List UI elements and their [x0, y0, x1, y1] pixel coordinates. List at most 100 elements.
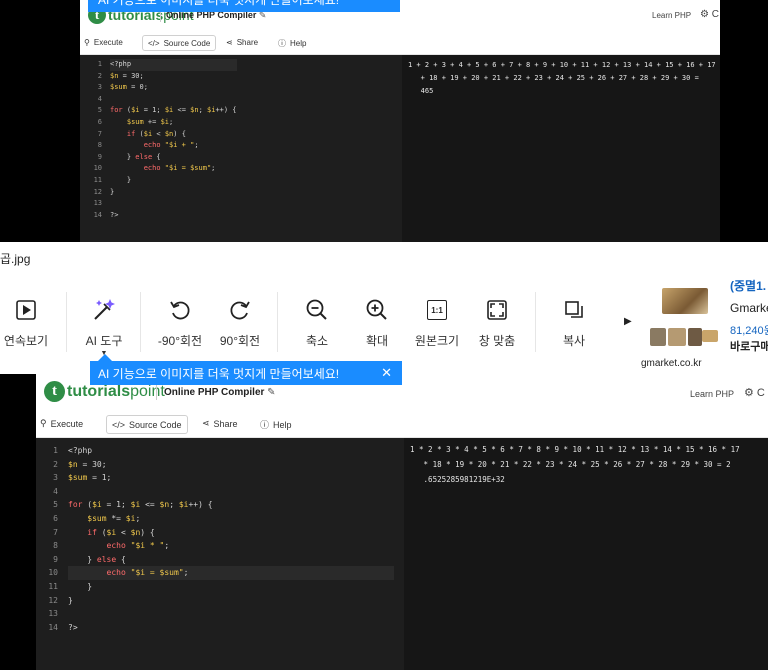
- execute-button[interactable]: ⚲ Execute: [40, 418, 83, 429]
- more-arrow-icon[interactable]: ▶: [624, 316, 632, 327]
- code-editor[interactable]: 1 2 3 4 5 6 7 8 9 10 11 12 13 14 <?php $n = 30; $sum = …: [80, 55, 398, 242]
- fit-window-button[interactable]: 창 맞춤: [467, 296, 527, 349]
- source-code-button[interactable]: </> Source Code: [106, 415, 188, 434]
- source-code-label: Source Code: [163, 38, 211, 48]
- rotate-left-button[interactable]: -90°회전: [150, 296, 210, 349]
- zoom-in-label: 확대: [365, 334, 389, 348]
- actual-size-glyph: 1:1: [427, 300, 447, 320]
- line-number-gutter: 1 2 3 4 5 6 7 8 9 10 11 12 13 14: [36, 438, 58, 634]
- code-line[interactable]: } else {: [110, 152, 237, 164]
- code-icon: </>: [112, 419, 126, 430]
- code-line[interactable]: echo "$i = $sum";: [110, 163, 237, 175]
- execute-icon: ⚲: [40, 418, 47, 428]
- source-code-label: Source Code: [129, 419, 182, 430]
- toolbar-divider: [140, 292, 141, 352]
- line-number: 8: [53, 541, 58, 551]
- execute-button[interactable]: ⚲ Execute: [84, 38, 123, 47]
- code-line[interactable]: }: [110, 175, 237, 187]
- code-line[interactable]: ?>: [68, 621, 394, 635]
- banner-text: AI 기능으로 이미지를 더욱 멋지게 만들어보세요!: [98, 366, 340, 381]
- code-line[interactable]: [68, 607, 394, 621]
- code-line[interactable]: [110, 94, 237, 106]
- code-line[interactable]: $sum += $i;: [110, 117, 237, 129]
- line-number: 5: [53, 500, 58, 510]
- code-line[interactable]: $n = 30;: [68, 458, 394, 472]
- code-line[interactable]: }: [68, 580, 394, 594]
- output-text: 1 * 2 * 3 * 4 * 5 * 6 * 7 * 8 * 9 * 10 *…: [410, 442, 740, 487]
- code-line[interactable]: if ($i < $n) {: [68, 526, 394, 540]
- zoom-in-button[interactable]: 확대: [347, 296, 407, 349]
- edit-title-icon[interactable]: ✎: [267, 387, 275, 398]
- code-editor[interactable]: 1 2 3 4 5 6 7 8 9 10 11 12 13 14 <?php $n = 30; $sum = …: [36, 438, 396, 670]
- actual-size-button[interactable]: 1:1 원본크기: [407, 296, 467, 349]
- ad-product-image: [662, 288, 708, 314]
- code-content[interactable]: <?php $n = 30; $sum = 0; for ($i = 1; $i <…: [110, 59, 237, 221]
- code-line[interactable]: $n = 30;: [110, 71, 237, 83]
- ad-panel[interactable]: (중멸1. Gmarke 81,240원 바로구매 gmarket.co.kr: [640, 279, 768, 374]
- slideshow-icon: [15, 296, 37, 324]
- code-line[interactable]: $sum = 0;: [110, 82, 237, 94]
- code-line[interactable]: for ($i = 1; $i <= $n; $i++) {: [110, 105, 237, 117]
- learn-php-link[interactable]: Learn PHP: [690, 389, 734, 399]
- rotate-left-icon: [168, 296, 192, 324]
- code-line[interactable]: [68, 485, 394, 499]
- copy-button[interactable]: 복사: [544, 296, 604, 349]
- line-number: 4: [53, 486, 58, 496]
- code-line[interactable]: }: [68, 594, 394, 608]
- code-content[interactable]: <?php $n = 30; $sum = 1; for ($i = 1; $i <…: [68, 444, 394, 634]
- code-line[interactable]: echo "$i = $sum";: [68, 566, 394, 580]
- banner-close-icon[interactable]: ✕: [381, 365, 392, 381]
- source-code-button[interactable]: </> Source Code: [142, 35, 217, 51]
- line-number: 14: [48, 622, 58, 632]
- code-icon: </>: [148, 38, 160, 48]
- share-button[interactable]: ⋖ Share: [226, 38, 258, 47]
- line-number: 2: [97, 71, 102, 80]
- zoom-in-icon: [365, 296, 389, 324]
- slideshow-button[interactable]: 연속보기: [0, 296, 56, 349]
- ai-tools-label: AI 도구: [85, 334, 123, 348]
- code-line[interactable]: <?php: [110, 59, 237, 71]
- output-line: 465: [408, 87, 434, 95]
- ad-price: 81,240원: [730, 325, 768, 337]
- line-number: 14: [93, 210, 102, 219]
- actual-size-icon: 1:1: [427, 296, 447, 324]
- bottom-compiler-window: t tutorials point Online PHP Compiler ✎ L…: [36, 374, 768, 670]
- learn-php-link[interactable]: Learn PHP: [652, 11, 691, 20]
- code-line[interactable]: if ($i < $n) {: [110, 129, 237, 141]
- code-line[interactable]: } else {: [68, 553, 394, 567]
- line-number: 13: [48, 609, 58, 619]
- settings-icon[interactable]: ⚙ C: [700, 9, 719, 20]
- compiler-toolbar: ⚲ Execute </> Source Code ⋖ Share ⓘ Help: [36, 410, 768, 438]
- share-button[interactable]: ⋖ Share: [202, 418, 238, 429]
- settings-icon[interactable]: ⚙ C: [744, 386, 765, 399]
- line-number: 1: [97, 60, 102, 68]
- toolbar-divider: [66, 292, 67, 352]
- line-number: 4: [97, 94, 102, 103]
- line-number: 7: [53, 527, 58, 537]
- copy-icon: [563, 296, 585, 324]
- compiler-title: Online PHP Compiler ✎: [164, 387, 276, 398]
- help-button[interactable]: ⓘ Help: [260, 418, 292, 431]
- ai-promo-banner-top[interactable]: AI 기능으로 이미지를 더욱 멋지게 만들어보세요!: [88, 0, 400, 12]
- code-line[interactable]: $sum *= $i;: [68, 512, 394, 526]
- code-line[interactable]: echo "$i * ";: [68, 539, 394, 553]
- output-line: * 18 * 19 * 20 * 21 * 22 * 23 * 24 * 25 …: [410, 460, 731, 469]
- code-line[interactable]: [110, 198, 237, 210]
- zoom-out-icon: [305, 296, 329, 324]
- ai-promo-banner[interactable]: AI 기능으로 이미지를 더욱 멋지게 만들어보세요! ✕: [90, 361, 402, 385]
- code-line[interactable]: $sum = 1;: [68, 471, 394, 485]
- output-line: 1 * 2 * 3 * 4 * 5 * 6 * 7 * 8 * 9 * 10 *…: [410, 445, 740, 454]
- code-line[interactable]: for ($i = 1; $i <= $n; $i++) {: [68, 498, 394, 512]
- zoom-out-button[interactable]: 축소: [287, 296, 347, 349]
- rotate-right-button[interactable]: 90°회전: [210, 296, 270, 349]
- ai-tools-button[interactable]: AI 도구 ▼: [74, 296, 134, 357]
- share-icon: ⋖: [202, 418, 210, 428]
- code-line[interactable]: }: [110, 187, 237, 199]
- banner-pointer: [98, 354, 112, 361]
- help-button[interactable]: ⓘ Help: [278, 38, 306, 49]
- rotate-right-icon: [228, 296, 252, 324]
- actual-size-label: 원본크기: [414, 334, 460, 348]
- code-line[interactable]: ?>: [110, 210, 237, 222]
- code-line[interactable]: <?php: [68, 444, 394, 458]
- code-line[interactable]: echo "$i + ";: [110, 140, 237, 152]
